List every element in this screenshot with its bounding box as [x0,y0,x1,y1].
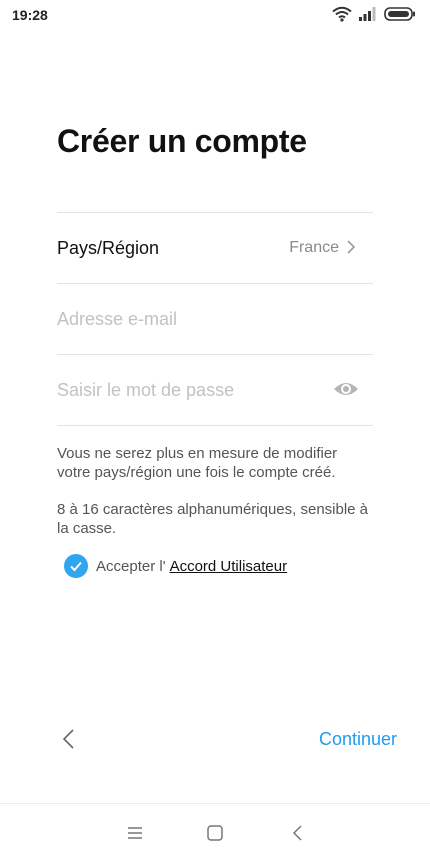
password-input[interactable] [57,370,327,410]
agreement-row: Accepter l' Accord Utilisateur [64,553,287,579]
signal-icon [359,7,376,21]
battery-icon [384,7,415,21]
status-bar: 19:28 [0,0,430,30]
country-region-label: Pays/Région [57,237,160,258]
agreement-text: Accepter l' [96,557,166,575]
user-agreement-link[interactable]: Accord Utilisateur [170,558,288,575]
divider [57,425,373,426]
region-notice: Vous ne serez plus en mesure de modifier… [57,445,338,481]
eye-icon[interactable] [333,378,359,400]
check-icon [70,561,82,572]
back-icon[interactable] [58,727,82,751]
agreement-checkbox[interactable] [64,554,88,578]
status-time: 19:28 [12,7,48,23]
nav-back-icon[interactable] [287,822,309,844]
password-rule: 8 à 16 caractères alphanumériques, sensi… [57,501,369,537]
menu-icon[interactable] [124,822,146,844]
continue-button[interactable]: Continuer [319,729,397,750]
status-icons [332,6,416,22]
country-region-selector[interactable]: Pays/Région France [57,213,373,283]
country-region-value: France [289,239,339,256]
home-icon[interactable] [204,822,226,844]
email-input[interactable] [57,299,327,339]
chevron-right-icon [347,240,356,254]
page-title: Créer un compte [57,123,307,159]
wifi-icon [332,6,352,22]
divider [57,283,373,284]
divider [57,354,373,355]
system-nav-bar [0,803,430,860]
